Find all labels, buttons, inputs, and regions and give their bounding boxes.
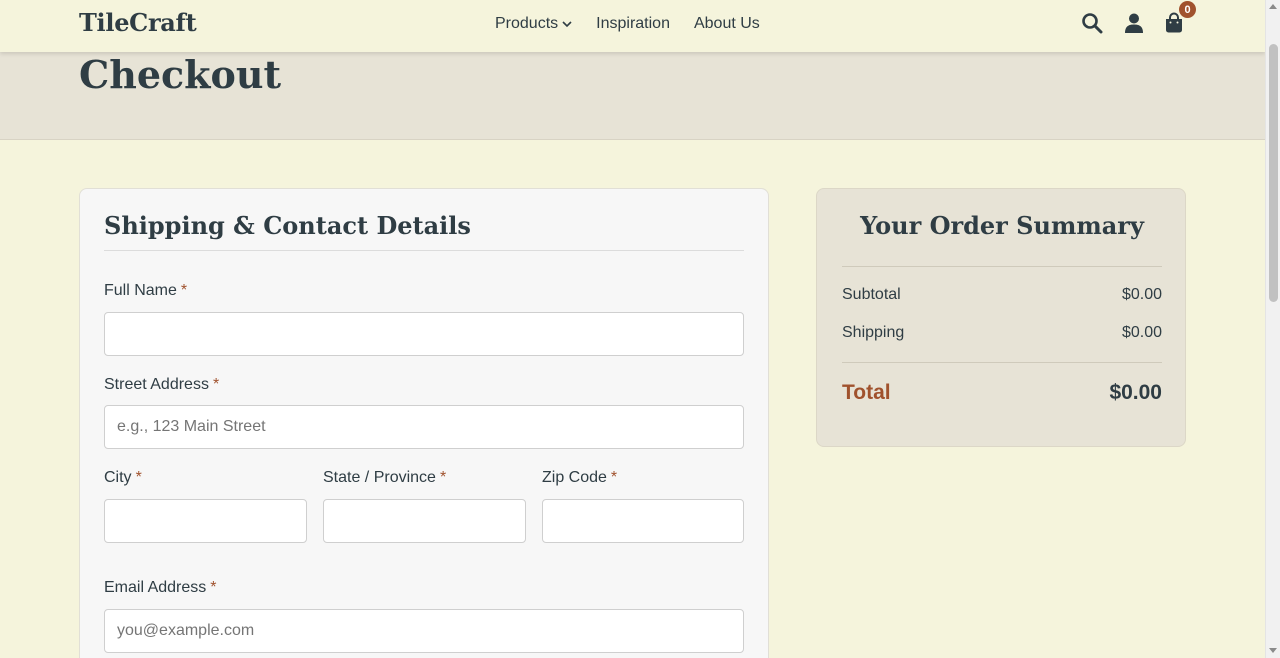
- required-asterisk: *: [610, 469, 618, 486]
- user-icon[interactable]: [1123, 12, 1145, 34]
- shipping-value: $0.00: [1121, 324, 1162, 341]
- zip-code-input[interactable]: [542, 499, 744, 543]
- main-nav: Products Inspiration About Us: [495, 15, 760, 33]
- cart-count-badge: 0: [1179, 1, 1196, 18]
- checkout-page: TileCraft Products Inspiration About Us …: [0, 0, 1265, 658]
- summary-divider: [842, 362, 1162, 363]
- vertical-scrollbar[interactable]: [1265, 0, 1280, 658]
- email-address-label: Email Address *: [104, 579, 217, 597]
- total-value: $0.00: [1109, 381, 1162, 404]
- chevron-down-icon: [562, 21, 572, 28]
- summary-divider: [842, 266, 1162, 267]
- site-header: TileCraft Products Inspiration About Us …: [0, 0, 1265, 52]
- search-icon[interactable]: [1081, 12, 1103, 34]
- nav-products[interactable]: Products: [495, 15, 572, 33]
- total-label: Total: [842, 381, 891, 404]
- subtotal-row: Subtotal $0.00: [842, 286, 1162, 304]
- city-label: City *: [104, 469, 142, 487]
- required-asterisk: *: [180, 282, 188, 299]
- page-title: Checkout: [79, 52, 282, 97]
- nav-about-us[interactable]: About Us: [694, 15, 760, 33]
- full-name-input[interactable]: [104, 312, 744, 356]
- subtotal-label: Subtotal: [842, 286, 901, 303]
- email-address-input[interactable]: [104, 609, 744, 653]
- shipping-row: Shipping $0.00: [842, 324, 1162, 342]
- subtotal-value: $0.00: [1121, 286, 1162, 303]
- scrollbar-thumb[interactable]: [1269, 44, 1278, 302]
- nav-inspiration[interactable]: Inspiration: [596, 15, 670, 33]
- form-title: Shipping & Contact Details: [104, 211, 744, 251]
- scroll-down-arrow-icon[interactable]: [1269, 648, 1277, 653]
- required-asterisk: *: [212, 376, 220, 393]
- required-asterisk: *: [135, 469, 142, 486]
- shipping-form-card: Shipping & Contact Details Full Name * St…: [79, 188, 769, 658]
- required-asterisk: *: [210, 579, 217, 596]
- street-address-label: Street Address *: [104, 376, 219, 394]
- street-address-label-text: Street Address: [104, 376, 209, 393]
- state-province-input[interactable]: [323, 499, 526, 543]
- order-summary-title: Your Order Summary: [860, 211, 1144, 240]
- nav-products-label: Products: [495, 15, 559, 32]
- required-asterisk: *: [439, 469, 447, 486]
- email-address-label-text: Email Address: [104, 579, 207, 596]
- full-name-label-text: Full Name: [104, 282, 177, 299]
- brand-logo[interactable]: TileCraft: [79, 8, 197, 37]
- zip-code-label-text: Zip Code: [542, 469, 607, 486]
- street-address-input[interactable]: [104, 405, 744, 449]
- order-summary-card: Your Order Summary Subtotal $0.00 Shippi…: [816, 188, 1186, 447]
- zip-code-label: Zip Code *: [542, 469, 617, 487]
- full-name-label: Full Name *: [104, 282, 187, 300]
- city-label-text: City: [104, 469, 132, 486]
- state-province-label-text: State / Province: [323, 469, 436, 486]
- city-input[interactable]: [104, 499, 307, 543]
- scroll-up-arrow-icon[interactable]: [1269, 4, 1277, 9]
- state-province-label: State / Province *: [323, 469, 446, 487]
- page-hero: Checkout: [0, 52, 1265, 140]
- shipping-label: Shipping: [842, 324, 905, 341]
- total-row: Total $0.00: [842, 381, 1162, 405]
